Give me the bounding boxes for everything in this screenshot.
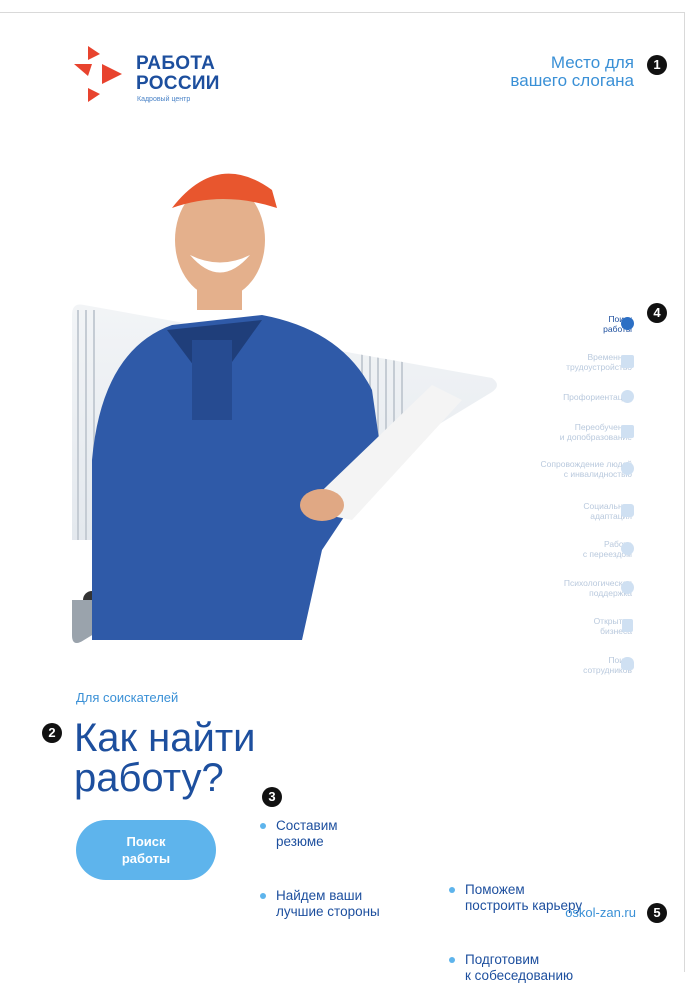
marker-4: 4 (647, 303, 667, 323)
compass-icon (621, 390, 634, 403)
person-icon (621, 657, 634, 670)
puzzle-icon (621, 504, 634, 517)
service-item-disability[interactable]: Сопровождение людей с инвалидностью (472, 459, 632, 479)
slogan-line-1: Место для (550, 53, 634, 72)
hero-image (72, 173, 497, 644)
accessibility-icon (621, 462, 634, 475)
service-item-business[interactable]: Открытие бизнеса (472, 616, 632, 636)
bullet-item: Подготовим к собеседованию (449, 952, 635, 984)
education-icon (621, 425, 634, 438)
title-line-2: работу? (74, 756, 224, 800)
service-item-job-search[interactable]: Поиск работы (472, 314, 632, 334)
service-item-psychological[interactable]: Психологическая поддержка (472, 578, 632, 598)
chat-icon (621, 581, 634, 594)
bullet-item: Составим резюме (260, 818, 446, 850)
cta-line-2: работы (121, 851, 171, 866)
logo: РАБОТА РОССИИ Кадровый центр (74, 46, 224, 106)
service-item-career-guidance[interactable]: Профориентация (472, 392, 632, 402)
job-search-button[interactable]: Поиск работы (76, 820, 216, 880)
marker-2: 2 (42, 723, 62, 743)
website-link[interactable]: oskol-zan.ru (565, 905, 636, 920)
service-item-social-adaptation[interactable]: Социальная адаптация (472, 501, 632, 521)
audience-label: Для соискателей (76, 690, 179, 705)
service-item-staff-search[interactable]: Поиск сотрудников (472, 655, 632, 675)
logo-arrows-icon (74, 46, 122, 102)
bullet-item: Найдем ваши лучшие стороны (260, 888, 446, 920)
location-icon (621, 542, 634, 555)
cta-line-1: Поиск (126, 834, 166, 849)
service-item-relocation[interactable]: Работа с переездом (472, 539, 632, 559)
service-item-retraining[interactable]: Переобучение и допобразование (472, 422, 632, 442)
marker-1: 1 (647, 55, 667, 75)
page-title: Как найти работу? (74, 718, 256, 798)
search-play-icon (621, 317, 634, 330)
marker-5: 5 (647, 903, 667, 923)
logo-line-2: РОССИИ (136, 73, 220, 94)
slogan-line-2: вашего слогана (510, 71, 634, 90)
logo-line-1: РАБОТА (136, 53, 216, 74)
service-item-temporary[interactable]: Временное трудоустройство (472, 352, 632, 372)
slogan: Место для вашего слогана (434, 54, 634, 90)
calendar-icon (621, 355, 634, 368)
marker-3: 3 (262, 787, 282, 807)
logo-subtitle: Кадровый центр (137, 96, 191, 103)
document-icon (622, 619, 633, 632)
title-line-1: Как найти (74, 716, 256, 760)
